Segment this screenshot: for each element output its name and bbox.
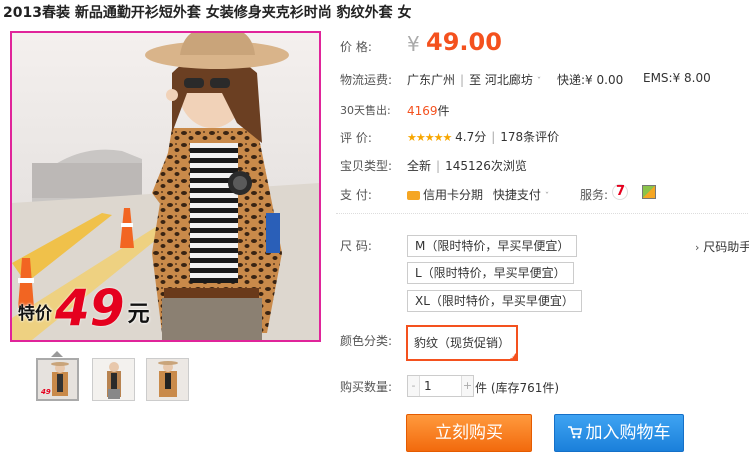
thumbnail-3[interactable]	[146, 358, 189, 401]
size-option-l[interactable]: L（限时特价，早买早便宜）	[407, 262, 574, 284]
payment-methods: 信用卡分期 快捷支付 ˇ	[407, 186, 549, 203]
price-value: 49.00	[426, 28, 502, 56]
rating-score: 4.7分	[455, 130, 487, 144]
thumbnail-pointer-icon	[51, 351, 63, 357]
color-option-text: 豹纹（现货促销）	[414, 336, 511, 350]
promo-unit: 元	[127, 302, 150, 327]
shipping-to: 河北廊坊	[484, 73, 533, 87]
thumbnail-photo	[147, 359, 188, 400]
size-label: 尺 码:	[340, 239, 372, 253]
condition-label: 宝贝类型:	[340, 159, 393, 173]
quantity-stepper: - +	[407, 375, 474, 397]
condition-type: 全新	[407, 159, 432, 173]
promo-label: 特价	[18, 304, 52, 324]
sales-unit: 件	[437, 104, 450, 118]
chevron-down-icon: ˇ	[544, 192, 550, 202]
promo-price-overlay: 特价 49 元	[18, 279, 150, 337]
thumbnail-2[interactable]	[92, 358, 135, 401]
condition-info: 全新 | 145126次浏览	[407, 159, 527, 173]
size-option-xl[interactable]: XL（限时特价，早买早便宜）	[407, 290, 582, 312]
sales-count: 4169	[407, 104, 438, 118]
divider	[336, 213, 748, 214]
payment-installment[interactable]: 信用卡分期	[423, 188, 483, 202]
chevron-down-icon: ˇ	[536, 77, 542, 87]
shipping-to-prefix: 至	[469, 73, 482, 87]
service-guarantee-icon[interactable]	[642, 185, 656, 199]
chevron-right-icon: ›	[695, 241, 700, 254]
price-currency: ¥	[407, 32, 420, 56]
promo-number: 49	[55, 279, 125, 337]
quantity-label: 购买数量:	[340, 380, 393, 394]
thumbnail-promo: 49	[41, 388, 51, 396]
express-fee: 快递:¥ 0.00	[557, 73, 624, 87]
shipping-from: 广东广州	[407, 73, 456, 87]
sales-info: 4169件	[407, 102, 450, 119]
quantity-increase-button[interactable]: +	[461, 376, 473, 396]
color-label: 颜色分类:	[340, 334, 393, 348]
cart-icon	[567, 416, 582, 452]
check-icon: ✓	[510, 353, 517, 361]
product-title: 2013春装 新品通勤开衫短外套 女装修身夹克衫时尚 豹纹外套 女	[3, 5, 412, 21]
quantity-input[interactable]	[420, 376, 461, 396]
service-label: 服务:	[580, 188, 609, 202]
price-label: 价 格:	[340, 40, 372, 54]
shipping-label: 物流运费:	[340, 73, 393, 87]
rating-label: 评 价:	[340, 131, 372, 145]
rating-stars-icon: ★★★★★	[407, 131, 452, 144]
sales-label: 30天售出:	[340, 104, 391, 117]
color-option-leopard[interactable]: 豹纹（现货促销） ✓	[406, 325, 519, 361]
view-count: 145126次浏览	[445, 159, 527, 173]
thumbnail-1[interactable]: 49	[36, 358, 79, 401]
credit-card-icon	[407, 191, 420, 200]
size-option-m[interactable]: M（限时特价，早买早便宜）	[407, 235, 578, 257]
ems-fee: EMS:¥ 8.00	[643, 71, 711, 85]
payment-label: 支 付:	[340, 188, 372, 202]
rating-info[interactable]: ★★★★★ 4.7分 | 178条评价	[407, 128, 559, 145]
payment-quickpay[interactable]: 快捷支付	[493, 188, 541, 202]
add-to-cart-label: 加入购物车	[585, 423, 671, 443]
review-count[interactable]: 178条评价	[500, 130, 559, 144]
buy-now-button[interactable]: 立刻购买	[406, 414, 532, 452]
stock-info: 件 (库存761件)	[475, 381, 560, 395]
main-product-image[interactable]: 特价 49 元	[10, 31, 321, 342]
shipping-route[interactable]: 广东广州 | 至 河北廊坊 ˇ	[407, 71, 541, 88]
size-helper-link[interactable]: › 尺码助手	[695, 238, 749, 255]
thumbnail-photo	[93, 359, 134, 400]
quantity-decrease-button[interactable]: -	[408, 376, 420, 396]
add-to-cart-button[interactable]: 加入购物车	[554, 414, 684, 452]
seven-day-return-icon[interactable]: 7	[612, 184, 628, 200]
